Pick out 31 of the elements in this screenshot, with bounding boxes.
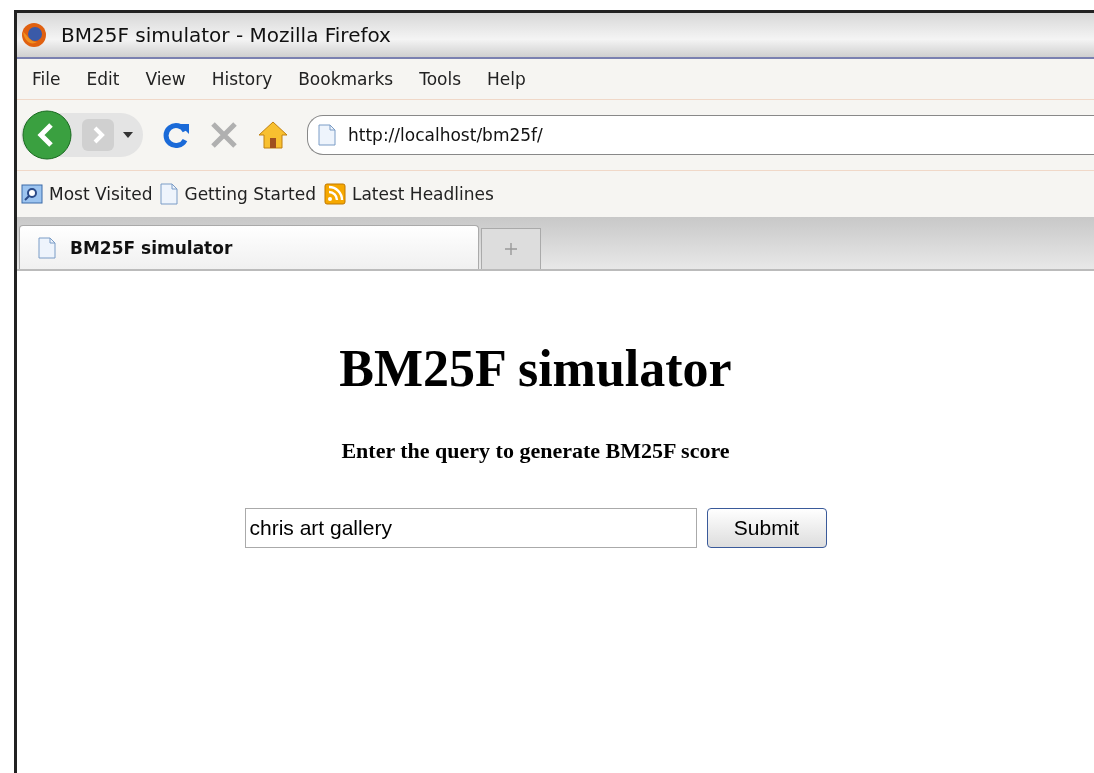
menu-item[interactable]: Tools	[410, 65, 471, 93]
menu-item[interactable]: View	[136, 65, 195, 93]
menu-item[interactable]: File	[23, 65, 70, 93]
page-icon	[318, 124, 336, 146]
search-folder-icon	[21, 183, 43, 205]
bookmark-item[interactable]: Latest Headlines	[323, 183, 494, 205]
menu-item[interactable]: Edit	[77, 65, 129, 93]
rss-feed-icon	[323, 183, 346, 205]
page-icon	[38, 236, 56, 259]
menu-item[interactable]: History	[202, 65, 282, 93]
query-input-field[interactable]: chris art gallery	[244, 508, 697, 548]
browser-tab[interactable]: BM25F simulator	[19, 225, 479, 269]
page-subheading: Enter the query to generate BM25F score	[341, 438, 730, 464]
dropdown-arrow-icon[interactable]	[123, 132, 133, 138]
home-icon[interactable]	[257, 120, 289, 150]
bookmark-item[interactable]: Getting Started	[160, 183, 316, 205]
menu-item[interactable]: Help	[478, 65, 535, 93]
page-heading: BM25F simulator	[339, 339, 732, 398]
reload-icon[interactable]	[161, 120, 191, 150]
back-button[interactable]	[21, 109, 73, 161]
bookmark-item[interactable]: Most Visited	[21, 183, 153, 205]
bookmark-label: Most Visited	[49, 184, 153, 204]
address-bar[interactable]: http://localhost/bm25f/	[307, 115, 1094, 155]
bookmark-label: Getting Started	[184, 184, 316, 204]
page-icon	[160, 183, 179, 205]
window-title: BM25F simulator - Mozilla Firefox	[61, 23, 391, 47]
bookmark-label: Latest Headlines	[351, 184, 494, 204]
submit-button[interactable]: Submit	[706, 508, 827, 548]
firefox-logo-icon	[21, 22, 47, 48]
menu-item[interactable]: Bookmarks	[289, 65, 403, 93]
plus-icon	[505, 243, 517, 255]
